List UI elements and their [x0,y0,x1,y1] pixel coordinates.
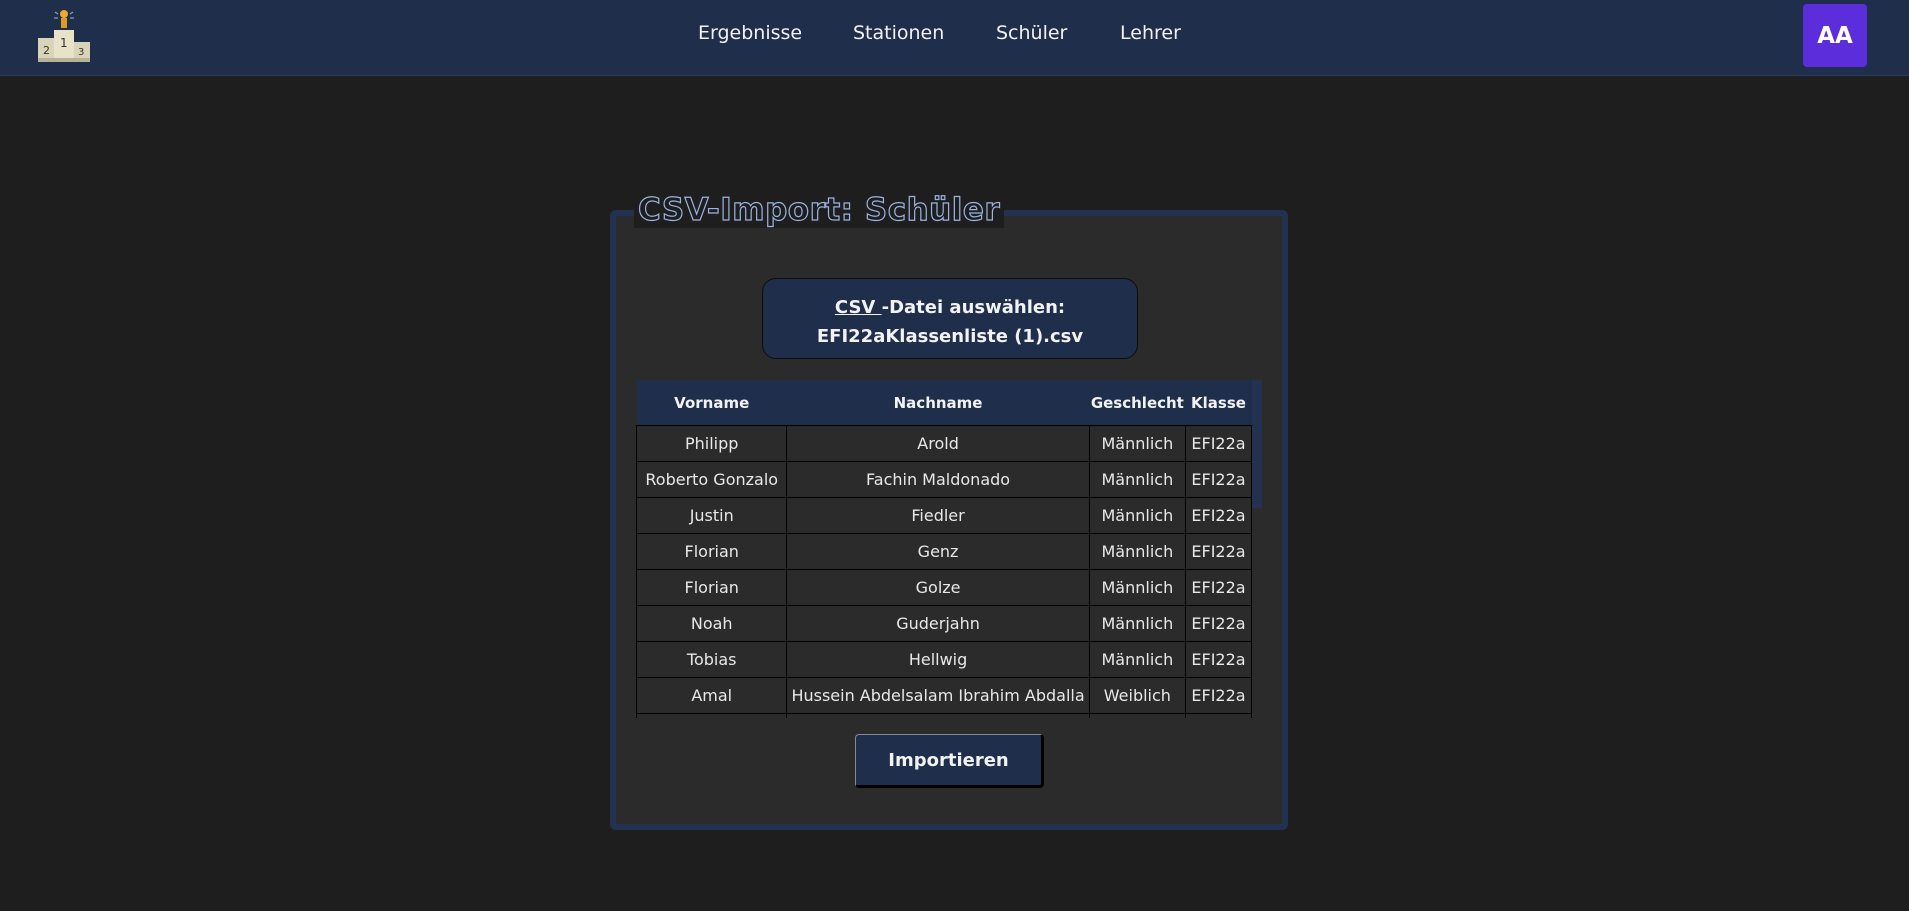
cell-klasse: EFI22a [1185,605,1252,642]
cell-nachname: Fachin Maldonado [786,461,1090,498]
cell-vorname: Tobias [636,641,788,678]
cell-geschlecht: Männlich [1088,569,1187,606]
cell-klasse: EFI22a [1185,425,1252,462]
nav-item-schueler[interactable]: Schüler [996,22,1067,44]
cell-vorname: Florian [636,569,788,606]
column-header-vorname: Vorname [636,380,787,426]
cell-vorname: Roberto Gonzalo [636,461,788,498]
student-table: Vorname Nachname Geschlecht Klasse Phili… [636,380,1252,718]
table-row: Amal Hussein Abdelsalam Ibrahim Abdalla We… [636,677,1252,714]
nav-item-stationen[interactable]: Stationen [853,22,944,44]
cell-nachname: Guderjahn [786,605,1090,642]
cell-klasse: EFI22a [1185,497,1252,534]
cell-geschlecht: Männlich [1088,605,1187,642]
cell-geschlecht: Weiblich [1088,677,1187,714]
cell-vorname: Noah [636,605,788,642]
table-row: Tobias Hellwig Männlich EFI22a [636,641,1252,678]
column-header-geschlecht: Geschlecht [1089,380,1186,426]
cell-geschlecht: Männlich [1088,461,1187,498]
table-row: Philipp Arold Männlich EFI22a [636,425,1252,462]
table-row: Roberto Gonzalo Fachin Maldonado Männlich E… [636,461,1252,498]
table-header: Vorname Nachname Geschlecht Klasse [636,380,1252,426]
user-avatar-button[interactable]: AA [1803,4,1867,67]
cell-vorname: Justin [636,497,788,534]
cell-klasse: EFI22a [1185,461,1252,498]
cell-geschlecht: Männlich [1088,641,1187,678]
cell-klasse [1185,713,1252,718]
cell-vorname: Florian [636,533,788,570]
file-select-label: -Datei auswählen: [881,297,1066,318]
cell-geschlecht: Männlich [1088,533,1187,570]
cell-vorname: Philipp [636,425,788,462]
nav-item-lehrer[interactable]: Lehrer [1120,22,1181,44]
nav-item-ergebnisse[interactable]: Ergebnisse [698,22,802,44]
table-body: Philipp Arold Männlich EFI22a Roberto Gonzal… [636,425,1252,718]
table-row: Florian Genz Männlich EFI22a [636,533,1252,570]
choose-file-button[interactable]: CSV -Datei auswählen: EFI22aKlassenliste… [762,278,1138,359]
import-button[interactable]: Importieren [855,734,1044,788]
cell-klasse: EFI22a [1185,533,1252,570]
cell-nachname: Fiedler [786,497,1090,534]
nav-menu: Ergebnisse Stationen Schüler Lehrer [0,0,1909,75]
csv-label: CSV [834,297,882,318]
column-header-nachname: Nachname [786,380,1090,426]
cell-nachname [786,713,1090,718]
page-title: CSV-Import: Schüler [634,191,1005,229]
cell-nachname: Hellwig [786,641,1090,678]
cell-nachname: Genz [786,533,1090,570]
cell-geschlecht: Männlich [1088,425,1187,462]
cell-vorname [636,713,788,718]
cell-nachname: Golze [786,569,1090,606]
top-navbar: 2 1 3 Ergebnisse Stationen Schüler Lehre… [0,0,1909,76]
cell-klasse: EFI22a [1185,569,1252,606]
cell-klasse: EFI22a [1185,677,1252,714]
table-row: Noah Guderjahn Männlich EFI22a [636,605,1252,642]
table-row: Florian Golze Männlich EFI22a [636,569,1252,606]
student-table-container: Vorname Nachname Geschlecht Klasse Phili… [636,380,1263,718]
cell-geschlecht: Männlich [1088,497,1187,534]
column-header-klasse: Klasse [1185,380,1252,426]
table-row: Justin Fiedler Männlich EFI22a [636,497,1252,534]
cell-nachname: Arold [786,425,1090,462]
cell-vorname: Amal [636,677,788,714]
cell-klasse: EFI22a [1185,641,1252,678]
cell-nachname: Hussein Abdelsalam Ibrahim Abdalla [786,677,1090,714]
cell-geschlecht [1088,713,1187,718]
table-row [636,713,1252,718]
selected-filename: EFI22aKlassenliste (1).csv [816,326,1084,347]
